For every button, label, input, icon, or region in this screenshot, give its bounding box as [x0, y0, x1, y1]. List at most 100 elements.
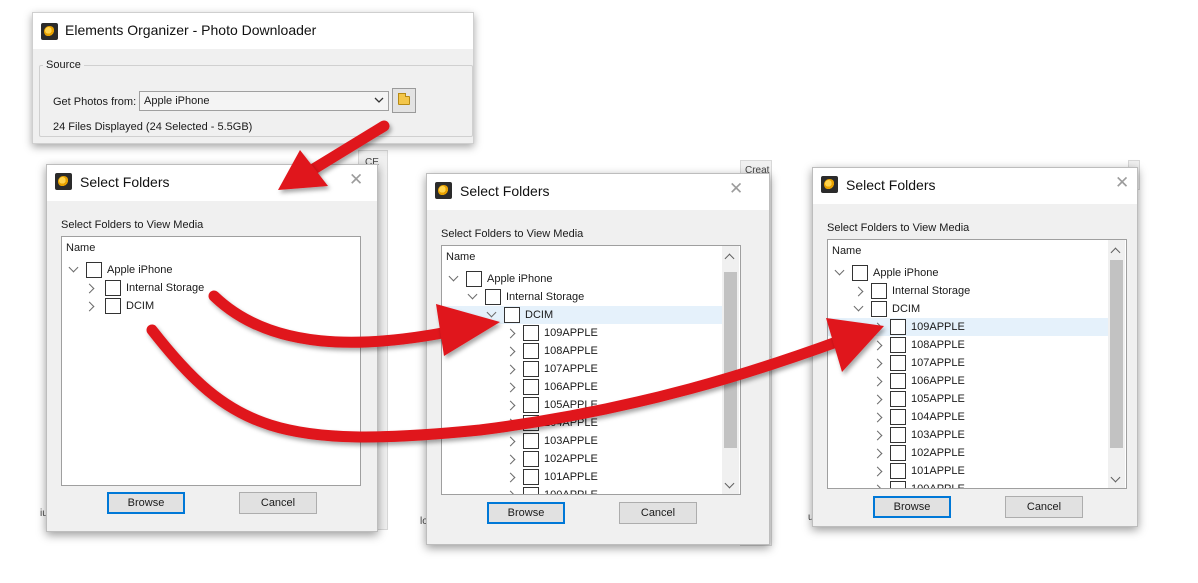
tree-row[interactable]: 109APPLE	[442, 324, 722, 342]
chevron-right-icon[interactable]	[872, 394, 883, 405]
folder-checkbox[interactable]	[890, 445, 906, 461]
folder-checkbox[interactable]	[890, 481, 906, 488]
cancel-button[interactable]: Cancel	[619, 502, 697, 524]
chevron-right-icon[interactable]	[505, 328, 516, 339]
browse-button[interactable]: Browse	[107, 492, 185, 514]
scroll-down-arrow-icon[interactable]	[1110, 472, 1121, 483]
tree-row-apple-iphone[interactable]: Apple iPhone	[62, 261, 360, 279]
close-icon[interactable]: ✕	[1115, 174, 1129, 191]
chevron-right-icon[interactable]	[505, 472, 516, 483]
chevron-right-icon[interactable]	[505, 400, 516, 411]
chevron-right-icon[interactable]	[84, 301, 95, 312]
folder-checkbox[interactable]	[890, 319, 906, 335]
tree-row[interactable]: 104APPLE	[828, 408, 1108, 426]
chevron-right-icon[interactable]	[505, 418, 516, 429]
folder-checkbox[interactable]	[890, 427, 906, 443]
chevron-right-icon[interactable]	[505, 436, 516, 447]
chevron-right-icon[interactable]	[505, 346, 516, 357]
tree-row[interactable]: 100APPLE	[442, 486, 722, 494]
close-icon[interactable]: ✕	[729, 180, 743, 197]
chevron-down-icon[interactable]	[448, 271, 459, 282]
tree-row[interactable]: 105APPLE	[442, 396, 722, 414]
tree-row[interactable]: 101APPLE	[828, 462, 1108, 480]
folder-checkbox[interactable]	[890, 355, 906, 371]
chevron-right-icon[interactable]	[872, 358, 883, 369]
folder-checkbox[interactable]	[523, 451, 539, 467]
vertical-scrollbar[interactable]	[722, 246, 739, 494]
tree-row[interactable]: Internal Storage	[828, 282, 1108, 300]
folder-checkbox[interactable]	[890, 463, 906, 479]
tree-row[interactable]: 106APPLE	[442, 378, 722, 396]
chevron-right-icon[interactable]	[872, 376, 883, 387]
source-dropdown[interactable]: Apple iPhone	[139, 91, 389, 111]
folder-checkbox[interactable]	[523, 343, 539, 359]
chevron-right-icon[interactable]	[872, 466, 883, 477]
scroll-down-arrow-icon[interactable]	[724, 478, 735, 489]
tree-row[interactable]: 107APPLE	[442, 360, 722, 378]
chevron-right-icon[interactable]	[872, 412, 883, 423]
chevron-down-icon[interactable]	[853, 301, 864, 312]
chevron-down-icon[interactable]	[68, 262, 79, 273]
folder-checkbox[interactable]	[852, 265, 868, 281]
scroll-thumb[interactable]	[1110, 260, 1123, 448]
chevron-right-icon[interactable]	[872, 340, 883, 351]
folder-checkbox[interactable]	[523, 325, 539, 341]
browse-button[interactable]: Browse	[487, 502, 565, 524]
tree-row[interactable]: 101APPLE	[442, 468, 722, 486]
tree-row[interactable]: Apple iPhone	[828, 264, 1108, 282]
chevron-down-icon[interactable]	[486, 307, 497, 318]
folder-checkbox[interactable]	[890, 391, 906, 407]
tree-row[interactable]: 102APPLE	[442, 450, 722, 468]
folder-checkbox[interactable]	[105, 280, 121, 296]
folder-checkbox[interactable]	[523, 487, 539, 494]
folder-checkbox[interactable]	[890, 373, 906, 389]
tree-row[interactable]: 106APPLE	[828, 372, 1108, 390]
tree-row[interactable]: 103APPLE	[442, 432, 722, 450]
tree-row[interactable]: 109APPLE	[828, 318, 1108, 336]
close-icon[interactable]: ✕	[349, 171, 363, 188]
chevron-right-icon[interactable]	[84, 283, 95, 294]
tree-row[interactable]: DCIM	[442, 306, 722, 324]
browse-folder-button[interactable]	[392, 88, 416, 113]
folder-checkbox[interactable]	[871, 301, 887, 317]
tree-row[interactable]: Internal Storage	[442, 288, 722, 306]
vertical-scrollbar[interactable]	[1108, 240, 1125, 488]
tree-row[interactable]: Apple iPhone	[442, 270, 722, 288]
chevron-right-icon[interactable]	[505, 364, 516, 375]
chevron-right-icon[interactable]	[853, 286, 864, 297]
chevron-right-icon[interactable]	[872, 484, 883, 488]
folder-checkbox[interactable]	[890, 409, 906, 425]
folder-checkbox[interactable]	[523, 415, 539, 431]
scroll-thumb[interactable]	[724, 272, 737, 448]
tree-row[interactable]: 102APPLE	[828, 444, 1108, 462]
folder-checkbox[interactable]	[523, 361, 539, 377]
tree-row-internal-storage[interactable]: Internal Storage	[62, 279, 360, 297]
folder-checkbox[interactable]	[523, 469, 539, 485]
folder-checkbox[interactable]	[504, 307, 520, 323]
chevron-right-icon[interactable]	[505, 454, 516, 465]
browse-button[interactable]: Browse	[873, 496, 951, 518]
scroll-up-arrow-icon[interactable]	[724, 253, 735, 264]
folder-checkbox[interactable]	[871, 283, 887, 299]
chevron-down-icon[interactable]	[467, 289, 478, 300]
chevron-right-icon[interactable]	[505, 382, 516, 393]
folder-checkbox[interactable]	[466, 271, 482, 287]
tree-row-dcim[interactable]: DCIM	[62, 297, 360, 315]
tree-row[interactable]: 104APPLE	[442, 414, 722, 432]
cancel-button[interactable]: Cancel	[1005, 496, 1083, 518]
tree-row[interactable]: 107APPLE	[828, 354, 1108, 372]
chevron-down-icon[interactable]	[834, 265, 845, 276]
folder-checkbox[interactable]	[86, 262, 102, 278]
tree-row[interactable]: 108APPLE	[442, 342, 722, 360]
folder-checkbox[interactable]	[485, 289, 501, 305]
tree-row[interactable]: DCIM	[828, 300, 1108, 318]
folder-checkbox[interactable]	[890, 337, 906, 353]
chevron-right-icon[interactable]	[505, 490, 516, 494]
chevron-right-icon[interactable]	[872, 448, 883, 459]
folder-checkbox[interactable]	[523, 433, 539, 449]
cancel-button[interactable]: Cancel	[239, 492, 317, 514]
chevron-right-icon[interactable]	[872, 430, 883, 441]
tree-row[interactable]: 105APPLE	[828, 390, 1108, 408]
folder-checkbox[interactable]	[523, 379, 539, 395]
chevron-right-icon[interactable]	[872, 322, 883, 333]
